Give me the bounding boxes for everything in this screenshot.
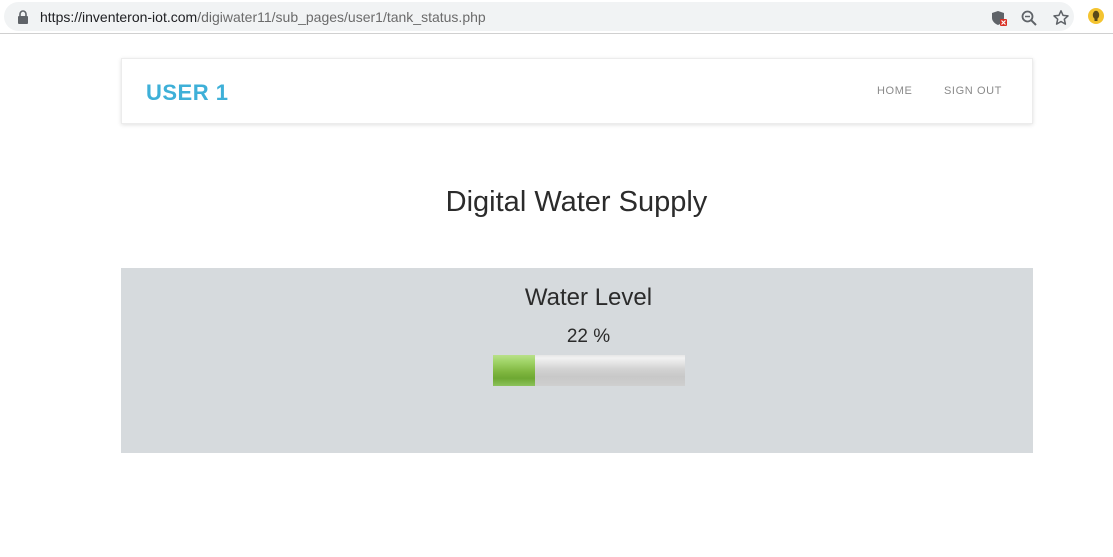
url-path: /digiwater11/sub_pages/user1/tank_status…	[197, 9, 486, 25]
address-bar[interactable]: https://inventeron-iot.com/digiwater11/s…	[4, 2, 1074, 31]
water-level-panel: Water Level 22 %	[121, 268, 1033, 453]
browser-toolbar: https://inventeron-iot.com/digiwater11/s…	[0, 0, 1113, 34]
star-icon[interactable]	[1052, 9, 1070, 27]
water-level-progress-bar	[493, 355, 685, 386]
url-host: https://inventeron-iot.com	[40, 9, 198, 25]
zoom-icon[interactable]	[1020, 9, 1038, 27]
extension-icon[interactable]	[1087, 7, 1105, 25]
brand-logo[interactable]: USER 1	[146, 80, 228, 106]
top-navbar: USER 1 HOME SIGN OUT	[121, 58, 1033, 124]
water-level-value: 22 %	[566, 326, 611, 347]
shield-blocked-icon[interactable]	[990, 9, 1008, 27]
water-level-progress-fill	[493, 355, 536, 386]
nav-link-sign-out[interactable]: SIGN OUT	[944, 85, 1002, 97]
water-level-title: Water Level	[524, 284, 653, 311]
nav-link-home[interactable]: HOME	[877, 85, 912, 97]
url-text[interactable]: https://inventeron-iot.com/digiwater11/s…	[40, 9, 486, 25]
page-title: Digital Water Supply	[445, 186, 708, 218]
lock-icon[interactable]	[17, 10, 29, 24]
